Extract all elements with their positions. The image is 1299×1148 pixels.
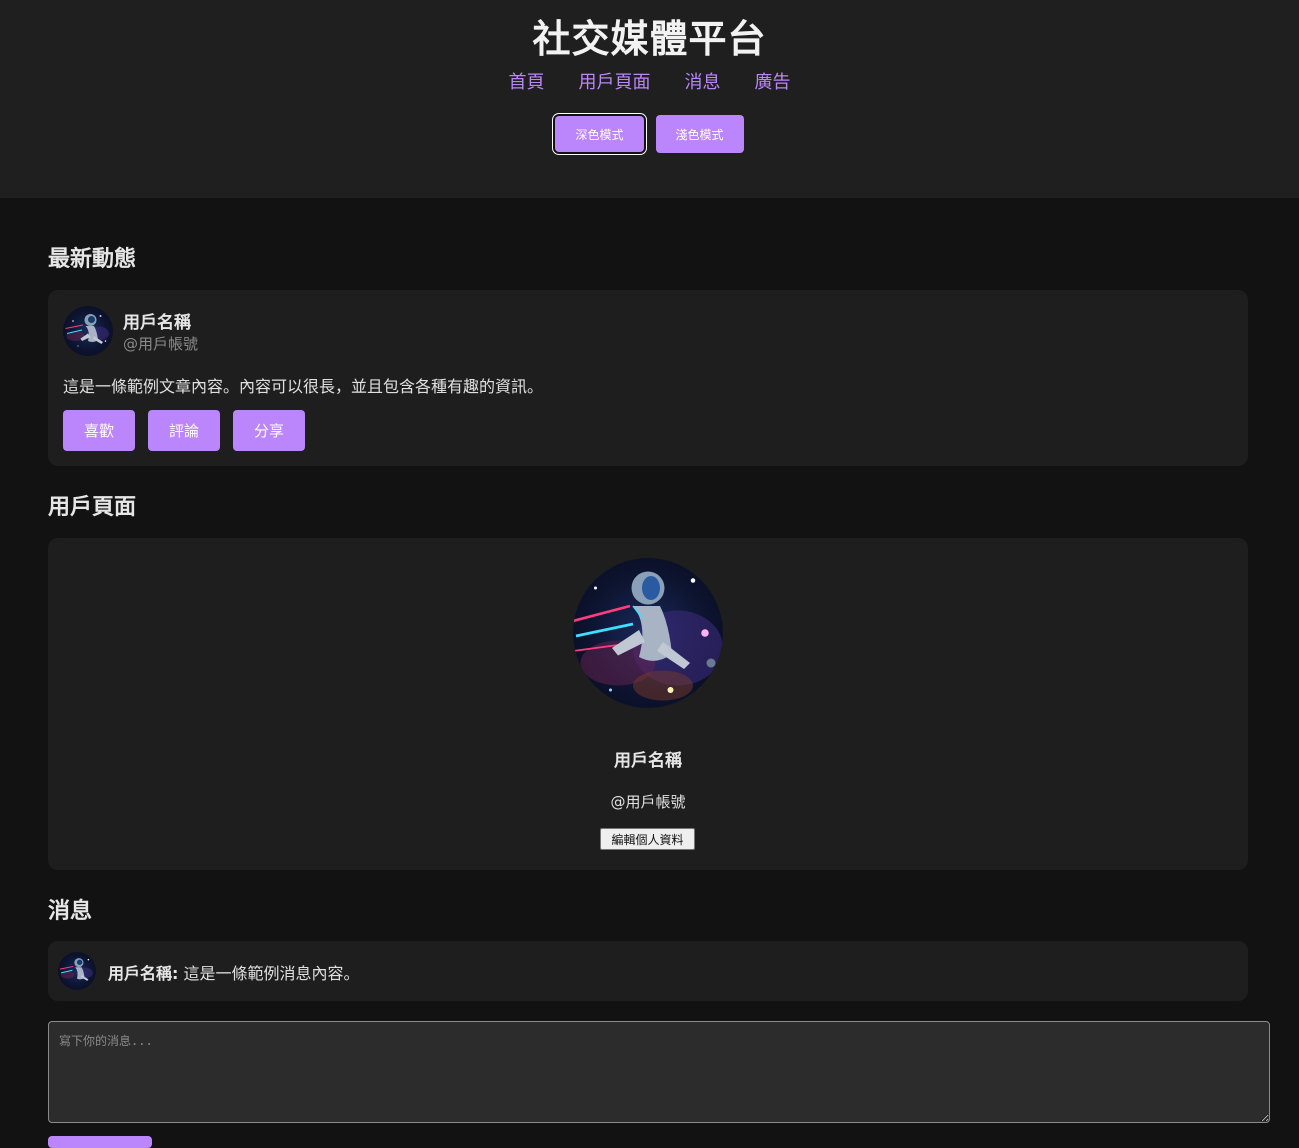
share-button[interactable]: 分享: [233, 410, 305, 451]
post-user-handle: @用戶帳號: [123, 335, 199, 353]
site-header: 社交媒體平台 首頁 用戶頁面 消息 廣告 深色模式 淺色模式: [0, 0, 1299, 198]
profile-user-handle: @用戶帳號: [610, 793, 686, 811]
profile-card: 用戶名稱 @用戶帳號 編輯個人資料: [48, 538, 1248, 870]
feed-section-title: 最新動態: [48, 247, 137, 272]
nav-link-messages[interactable]: 消息: [685, 68, 721, 94]
message-item: 用戶名稱: 這是一條範例消息內容。: [48, 941, 1248, 1001]
site-title: 社交媒體平台: [532, 17, 767, 61]
post-user-name[interactable]: 用戶名稱: [123, 308, 191, 333]
send-button[interactable]: [48, 1136, 152, 1148]
like-button[interactable]: 喜歡: [63, 410, 135, 451]
dark-mode-button[interactable]: 深色模式: [555, 116, 644, 152]
main-nav: 首頁 用戶頁面 消息 廣告: [0, 68, 1299, 94]
message-body: 這是一條範例消息內容。: [178, 964, 360, 983]
message-sender: 用戶名稱:: [108, 964, 179, 983]
profile-user-name: 用戶名稱: [614, 751, 682, 771]
edit-profile-button[interactable]: 編輯個人資料: [600, 828, 695, 850]
astronaut-avatar-icon: [58, 952, 96, 990]
post-card: 用戶名稱 @用戶帳號 這是一條範例文章內容。內容可以很長，並且包含各種有趣的資訊…: [48, 290, 1248, 466]
nav-link-home[interactable]: 首頁: [509, 68, 545, 94]
astronaut-avatar-icon: [573, 558, 723, 708]
message-text: 用戶名稱: 這是一條範例消息內容。: [108, 960, 360, 984]
astronaut-avatar-icon[interactable]: [63, 306, 113, 356]
message-input[interactable]: [48, 1021, 1270, 1123]
nav-link-ads[interactable]: 廣告: [755, 68, 791, 94]
comment-button[interactable]: 評論: [148, 410, 220, 451]
theme-toggle-group: 深色模式 淺色模式: [0, 115, 1299, 153]
light-mode-button[interactable]: 淺色模式: [655, 115, 744, 153]
post-actions: 喜歡 評論 分享: [63, 410, 305, 451]
profile-section-title: 用戶頁面: [48, 495, 137, 520]
messages-section-title: 消息: [48, 899, 93, 924]
post-content: 這是一條範例文章內容。內容可以很長，並且包含各種有趣的資訊。: [63, 377, 544, 396]
nav-link-user-page[interactable]: 用戶頁面: [579, 68, 651, 94]
